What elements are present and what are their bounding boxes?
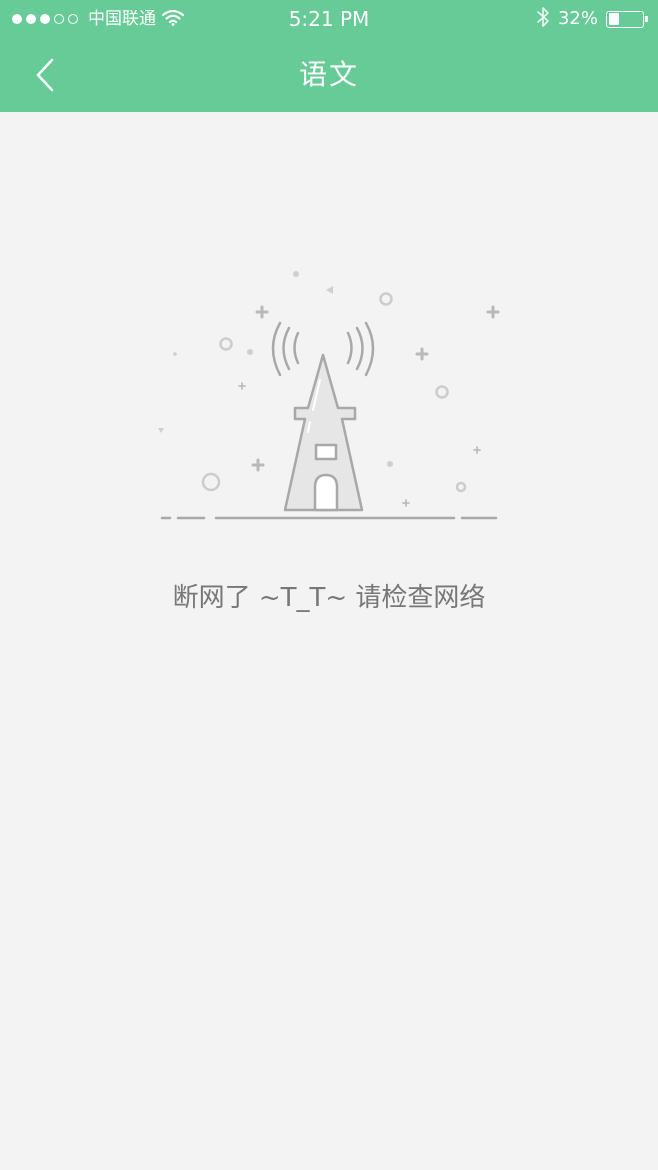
status-bar: 中国联通 5:21 PM 32%	[0, 0, 658, 38]
battery-fill	[608, 13, 620, 25]
status-right: 32%	[536, 6, 648, 32]
page-title: 语文	[298, 58, 359, 91]
bluetooth-icon	[536, 6, 550, 32]
battery-cap	[645, 15, 648, 22]
battery-icon	[606, 10, 648, 28]
battery-percent: 32%	[557, 8, 598, 29]
network-error-message: 断网了 ~T_T~ 请检查网络	[172, 583, 486, 613]
nav-bar: 语文	[0, 38, 658, 112]
signal-tower-icon	[150, 262, 508, 532]
app-header: 中国联通 5:21 PM 32% 语文	[0, 0, 658, 112]
